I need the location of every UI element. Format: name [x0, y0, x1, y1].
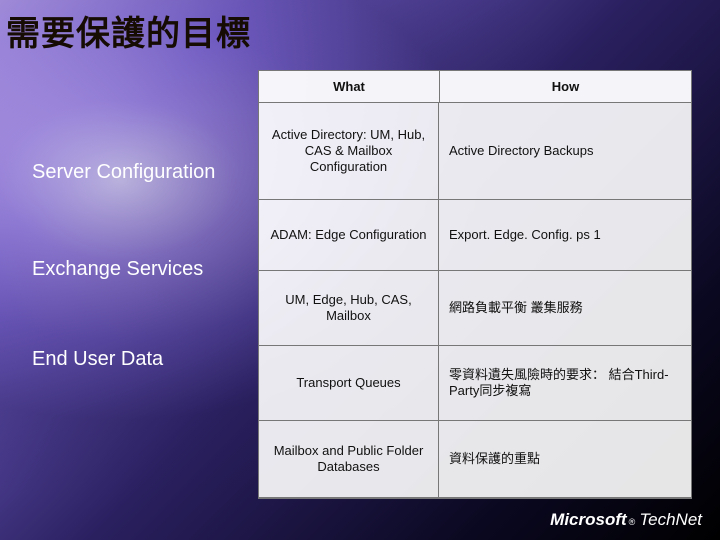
table-cell-what-text: Mailbox and Public Folder Databases [269, 443, 428, 476]
sidebar-item-server-configuration: Server Configuration [28, 104, 258, 240]
content-area: Server Configuration Exchange Services E… [28, 70, 692, 499]
table-cell-how: 資料保護的重點 [439, 421, 691, 498]
brand-technet: TechNet [639, 510, 702, 530]
table-cell-how: 網路負載平衡 叢集服務 [439, 271, 691, 346]
table-cell-what-text: Active Directory: UM, Hub, CAS & Mailbox… [269, 127, 428, 176]
slide: 需要保護的目標 Server Configuration Exchange Se… [0, 0, 720, 540]
table-cell-what-text: ADAM: Edge Configuration [270, 227, 426, 243]
table-cell-how: Export. Edge. Config. ps 1 [439, 200, 691, 271]
table-cell-how-text: Export. Edge. Config. ps 1 [449, 227, 601, 243]
footer-brand: Microsoft® TechNet [550, 510, 702, 530]
table-cell-what: ADAM: Edge Configuration [259, 200, 439, 271]
table-cell-how: Active Directory Backups [439, 103, 691, 200]
sidebar-item-label: Exchange Services [32, 258, 203, 281]
table: What How Active Directory: UM, Hub, CAS … [258, 70, 692, 499]
slide-title: 需要保護的目標 [6, 6, 251, 55]
table-cell-what: Transport Queues [259, 346, 439, 421]
reg-mark: ® [629, 517, 636, 527]
table-cell-how-text: 資料保護的重點 [449, 451, 540, 467]
sidebar-header-spacer [28, 70, 258, 104]
table-cell-what-text: Transport Queues [296, 375, 400, 391]
table-cell-how-text: 零資料遺失風險時的要求： 結合Third-Party同步複寫 [449, 367, 681, 400]
table-cell-what-text: UM, Edge, Hub, CAS, Mailbox [269, 292, 428, 325]
sidebar-item-label: End User Data [32, 348, 163, 371]
table-cell-how-text: 網路負載平衡 叢集服務 [449, 300, 583, 316]
sidebar-item-label: Server Configuration [32, 161, 215, 184]
sidebar-item-exchange-services: Exchange Services [28, 240, 258, 299]
brand-microsoft: Microsoft [550, 510, 627, 530]
sidebar: Server Configuration Exchange Services E… [28, 70, 258, 499]
table-cell-what: UM, Edge, Hub, CAS, Mailbox [259, 271, 439, 346]
table-header-how: How [439, 71, 691, 103]
table-cell-what: Active Directory: UM, Hub, CAS & Mailbox… [259, 103, 439, 200]
table-header-what: What [259, 71, 439, 103]
table-cell-what: Mailbox and Public Folder Databases [259, 421, 439, 498]
table-cell-how: 零資料遺失風險時的要求： 結合Third-Party同步複寫 [439, 346, 691, 421]
sidebar-item-end-user-data: End User Data [28, 299, 258, 419]
table-cell-how-text: Active Directory Backups [449, 143, 594, 159]
